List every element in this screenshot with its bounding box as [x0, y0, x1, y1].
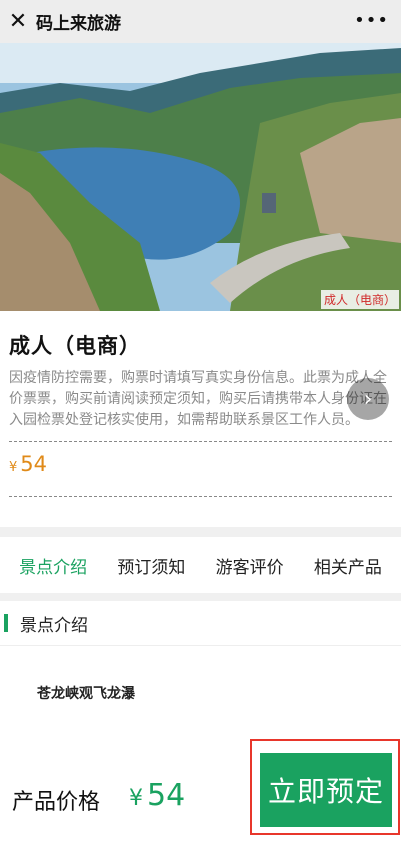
page-title: 码上来旅游 — [36, 14, 121, 34]
product-card: 成人（电商） 因疫情防控需要，购票时请填写真实身份信息。此票为成人全价票票，购买… — [0, 311, 401, 527]
section-header: 景点介绍 — [0, 601, 401, 646]
hero-tag: 成人（电商） — [320, 290, 399, 309]
book-button-highlight: 立即预定 — [250, 739, 400, 835]
footer-currency: ¥ — [129, 786, 143, 811]
book-now-button[interactable]: 立即预定 — [260, 753, 392, 827]
product-price: ¥ 54 — [9, 452, 392, 486]
tab-bar: 景点介绍 预订须知 游客评价 相关产品 — [0, 537, 401, 593]
divider — [9, 496, 392, 497]
hero-image[interactable]: 成人（电商） — [0, 43, 401, 311]
section-accent-bar — [4, 614, 8, 632]
currency-symbol: ¥ — [9, 460, 18, 475]
top-bar: ✕ 码上来旅游 ••• — [0, 0, 401, 43]
product-name: 成人（电商） — [9, 334, 141, 358]
close-icon[interactable]: ✕ — [0, 0, 36, 43]
footer-price-value: 54 — [147, 778, 186, 813]
tab-visitor-reviews[interactable]: 游客评价 — [216, 553, 284, 578]
section-title: 景点介绍 — [20, 615, 88, 636]
footer-price: ¥54 — [129, 778, 185, 813]
tab-booking-notice[interactable]: 预订须知 — [117, 553, 185, 578]
product-description: 因疫情防控需要，购票时请填写真实身份信息。此票为成人全价票票，购买前请阅读预定须… — [9, 370, 387, 428]
more-icon[interactable]: ••• — [354, 10, 389, 31]
divider — [9, 441, 392, 442]
tab-attraction-intro[interactable]: 景点介绍 — [19, 553, 87, 578]
price-label: 产品价格 — [12, 790, 101, 815]
bottom-bar: 产品价格 ¥54 立即预定 — [0, 739, 401, 836]
landscape-illustration — [0, 43, 401, 311]
next-arrow-icon[interactable]: › — [347, 378, 389, 420]
tab-related-products[interactable]: 相关产品 — [314, 553, 382, 578]
price-value: 54 — [20, 452, 48, 476]
section-subtitle: 苍龙峡观飞龙瀑 — [37, 686, 135, 702]
